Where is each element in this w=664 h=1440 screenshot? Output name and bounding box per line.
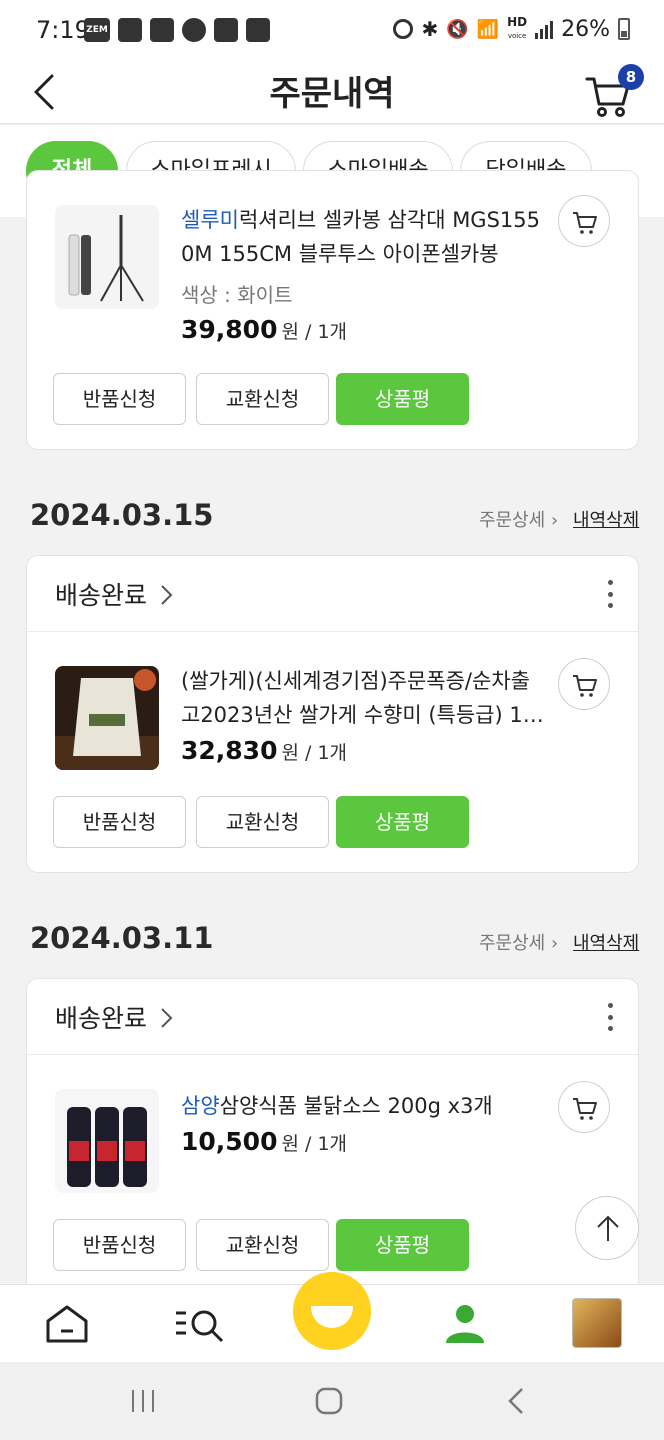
signal-icon <box>535 19 554 39</box>
smile-club-button[interactable] <box>293 1272 371 1350</box>
mute-icon: 🔇 <box>446 18 469 40</box>
card-header: 배송완료 <box>27 556 638 632</box>
return-request-button[interactable]: 반품신청 <box>53 1219 186 1271</box>
page-title: 주문내역 <box>269 74 395 114</box>
nav-category-search[interactable] <box>172 1299 224 1349</box>
more-options-button[interactable] <box>606 1003 614 1031</box>
recent-apps-button[interactable] <box>126 1384 160 1418</box>
order-date: 2024.03.15 <box>30 498 214 532</box>
delivery-status-link[interactable]: 배송완료 <box>55 999 173 1035</box>
system-nav-bar <box>0 1362 664 1440</box>
delivery-status-link[interactable]: 배송완료 <box>55 576 173 612</box>
battery-icon <box>618 18 630 40</box>
product-thumbnail[interactable] <box>55 205 159 309</box>
hd-voice-icon: HD voice <box>507 15 528 40</box>
status-time: 7:19 <box>36 16 90 44</box>
order-date: 2024.03.11 <box>30 921 214 955</box>
gallery-icon <box>150 18 174 42</box>
chevron-right-icon <box>161 585 173 605</box>
selfie-stick-image <box>68 215 144 302</box>
price: 32,830 <box>181 736 278 765</box>
add-to-cart-button[interactable] <box>558 1081 610 1133</box>
sauce-bottles-image <box>67 1107 147 1187</box>
recent-apps-icon <box>132 1390 154 1412</box>
home-icon <box>46 1305 88 1343</box>
review-button[interactable]: 상품평 <box>336 1219 469 1271</box>
cart-icon <box>573 675 597 697</box>
price: 10,500 <box>181 1127 278 1156</box>
alarm-icon <box>393 19 414 39</box>
product-name[interactable]: 셀루미럭셔리브 셀카봉 삼각대 MGS155 0M 155CM 블루투스 아이폰… <box>181 203 551 271</box>
cart-button[interactable]: 8 <box>584 64 644 120</box>
system-icons: ✱ 🔇 📶 HD voice 26% <box>393 16 630 42</box>
return-request-button[interactable]: 반품신청 <box>53 373 186 425</box>
order-card: 셀루미럭셔리브 셀카봉 삼각대 MGS155 0M 155CM 블루투스 아이폰… <box>26 170 639 450</box>
add-to-cart-button[interactable] <box>558 195 610 247</box>
chevron-right-icon <box>161 1008 173 1028</box>
price-line: 32,830 원 / 1개 <box>181 736 348 765</box>
arrow-up-icon <box>597 1215 619 1241</box>
delete-history-link[interactable]: 내역삭제 <box>573 929 639 955</box>
recent-viewed-thumbnail[interactable] <box>572 1298 622 1348</box>
scroll-top-button[interactable] <box>575 1196 639 1260</box>
exchange-request-button[interactable]: 교환신청 <box>196 373 329 425</box>
nav-my-page[interactable] <box>440 1299 490 1349</box>
review-button[interactable]: 상품평 <box>336 373 469 425</box>
zem-app-icon: ZEM <box>84 18 110 42</box>
add-to-cart-button[interactable] <box>558 658 610 710</box>
vpn-icon <box>214 18 238 42</box>
nav-home[interactable] <box>42 1299 92 1349</box>
pen-icon <box>246 18 270 42</box>
exchange-request-button[interactable]: 교환신청 <box>196 1219 329 1271</box>
delete-history-link[interactable]: 내역삭제 <box>573 506 639 532</box>
more-options-button[interactable] <box>606 580 614 608</box>
exchange-request-button[interactable]: 교환신청 <box>196 796 329 848</box>
rice-bag-image <box>55 669 159 770</box>
price: 39,800 <box>181 315 278 344</box>
order-card: 배송완료 삼양삼양식품 불닭소스 200g x3개 10,500 원 / 1개 반… <box>26 978 639 1298</box>
cart-icon <box>573 212 597 234</box>
person-icon <box>446 1305 484 1343</box>
cart-icon <box>573 1098 597 1120</box>
back-system-button[interactable] <box>500 1384 534 1418</box>
home-system-button[interactable] <box>312 1384 346 1418</box>
wifi-icon: 📶 <box>476 18 500 40</box>
notification-icons: ZEM <box>84 18 270 42</box>
order-detail-link[interactable]: 주문상세 › <box>479 506 558 532</box>
bluetooth-icon: ✱ <box>421 17 439 41</box>
order-detail-link[interactable]: 주문상세 › <box>479 929 558 955</box>
home-circle-icon <box>315 1387 343 1415</box>
review-button[interactable]: 상품평 <box>336 796 469 848</box>
return-request-button[interactable]: 반품신청 <box>53 796 186 848</box>
category-search-icon <box>176 1310 224 1343</box>
back-arrow-icon <box>508 1388 523 1414</box>
b-app-icon <box>182 18 206 42</box>
battery-percent: 26% <box>561 16 610 42</box>
price-line: 10,500 원 / 1개 <box>181 1127 348 1156</box>
product-thumbnail[interactable] <box>55 1089 159 1193</box>
product-name[interactable]: (쌀가게)(신세계경기점)주문폭증/순차출 고2023년산 쌀가게 수향미 (특… <box>181 664 551 732</box>
price-line: 39,800 원 / 1개 <box>181 315 348 344</box>
product-name[interactable]: 삼양삼양식품 불닭소스 200g x3개 <box>181 1089 551 1123</box>
app-header: 주문내역 8 <box>0 60 664 124</box>
product-thumbnail[interactable] <box>55 666 159 770</box>
status-bar: 7:19 ZEM ✱ 🔇 📶 HD voice 26% <box>0 0 664 60</box>
order-card: 배송완료 (쌀가게)(신세계경기점)주문폭증/순차출 고2023년산 쌀가게 수… <box>26 555 639 873</box>
product-option: 색상 : 화이트 <box>181 283 293 307</box>
news-icon <box>118 18 142 42</box>
cart-count-badge: 8 <box>618 64 644 90</box>
card-header: 배송완료 <box>27 979 638 1055</box>
